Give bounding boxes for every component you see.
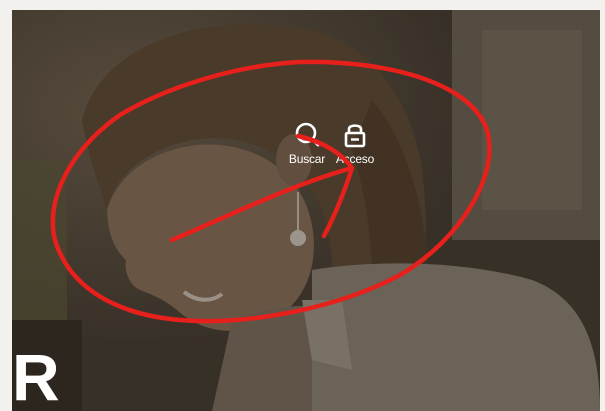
search-icon bbox=[295, 122, 320, 147]
brand-logo-letter: R bbox=[12, 340, 60, 411]
search-label: Buscar bbox=[288, 152, 326, 166]
login-button[interactable]: Acceso bbox=[332, 120, 378, 166]
lock-icon bbox=[344, 124, 366, 148]
login-label: Acceso bbox=[335, 152, 375, 166]
hero-banner: Buscar Acceso R bbox=[12, 10, 600, 411]
hero-photo bbox=[12, 10, 600, 411]
header-actions: Buscar Acceso bbox=[284, 120, 378, 166]
hero-photo-illustration bbox=[12, 10, 600, 411]
search-button[interactable]: Buscar bbox=[284, 120, 330, 166]
page: Buscar Acceso R bbox=[0, 0, 605, 411]
